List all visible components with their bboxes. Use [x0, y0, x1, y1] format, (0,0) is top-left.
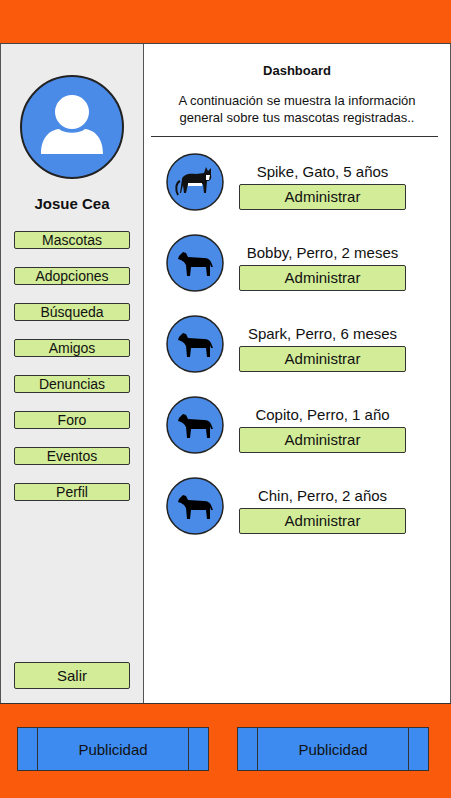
manage-button[interactable]: Administrar — [239, 184, 406, 210]
main-area: Josue Cea Mascotas Adopciones Búsqueda Amigo… — [0, 44, 451, 703]
ad-banner[interactable]: Publicidad — [237, 727, 429, 771]
sidebar-item[interactable]: Mascotas — [14, 231, 130, 249]
pet-label: Copito, Perro, 1 año — [255, 406, 389, 424]
logout-button[interactable]: Salir — [14, 662, 130, 689]
app-screen: Josue Cea Mascotas Adopciones Búsqueda Amigo… — [0, 0, 451, 798]
dog-icon — [166, 477, 224, 535]
manage-button[interactable]: Administrar — [239, 346, 406, 372]
ad-label: Publicidad — [257, 728, 409, 770]
dog-icon — [166, 396, 224, 454]
pet-list: Spike, Gato, 5 añosAdministrarBobby, Per… — [144, 153, 450, 535]
pet-row: Bobby, Perro, 2 meses Administrar — [144, 234, 450, 292]
pet-info: Spark, Perro, 6 meses Administrar — [239, 317, 406, 372]
dog-icon — [166, 315, 224, 373]
sidebar-item[interactable]: Perfil — [14, 483, 130, 501]
pet-row: Chin, Perro, 2 años Administrar — [144, 477, 450, 535]
top-bar — [0, 0, 451, 44]
sidebar-item[interactable]: Amigos — [14, 339, 130, 357]
pet-label: Bobby, Perro, 2 meses — [247, 244, 398, 262]
divider — [151, 136, 438, 137]
dashboard-title: Dashboard — [144, 63, 450, 78]
pet-info: Chin, Perro, 2 años Administrar — [239, 479, 406, 534]
footer: Publicidad Publicidad — [0, 703, 451, 798]
sidebar-item[interactable]: Búsqueda — [14, 303, 130, 321]
ad-banner[interactable]: Publicidad — [17, 727, 209, 771]
dashboard-description: A continuación se muestra la información… — [156, 92, 438, 126]
pet-info: Spike, Gato, 5 años Administrar — [239, 155, 406, 210]
pet-label: Chin, Perro, 2 años — [258, 487, 387, 505]
dashboard-panel: Dashboard A continuación se muestra la in… — [144, 44, 451, 703]
dog-icon — [166, 234, 224, 292]
ad-label: Publicidad — [37, 728, 189, 770]
pet-row: Copito, Perro, 1 año Administrar — [144, 396, 450, 454]
sidebar-item[interactable]: Eventos — [14, 447, 130, 465]
sidebar-menu: Mascotas Adopciones Búsqueda Amigos Denuncia… — [14, 231, 130, 501]
sidebar-item[interactable]: Denuncias — [14, 375, 130, 393]
cat-icon — [166, 153, 224, 211]
user-avatar-icon — [19, 74, 125, 180]
pet-info: Bobby, Perro, 2 meses Administrar — [239, 236, 406, 291]
pet-label: Spike, Gato, 5 años — [257, 163, 389, 181]
manage-button[interactable]: Administrar — [239, 427, 406, 453]
sidebar-item[interactable]: Adopciones — [14, 267, 130, 285]
pet-row: Spike, Gato, 5 años Administrar — [144, 153, 450, 211]
manage-button[interactable]: Administrar — [239, 265, 406, 291]
pet-info: Copito, Perro, 1 año Administrar — [239, 398, 406, 453]
sidebar-item[interactable]: Foro — [14, 411, 130, 429]
pet-row: Spark, Perro, 6 meses Administrar — [144, 315, 450, 373]
sidebar: Josue Cea Mascotas Adopciones Búsqueda Amigo… — [0, 44, 144, 703]
manage-button[interactable]: Administrar — [239, 508, 406, 534]
pet-label: Spark, Perro, 6 meses — [248, 325, 397, 343]
user-name: Josue Cea — [34, 195, 109, 212]
